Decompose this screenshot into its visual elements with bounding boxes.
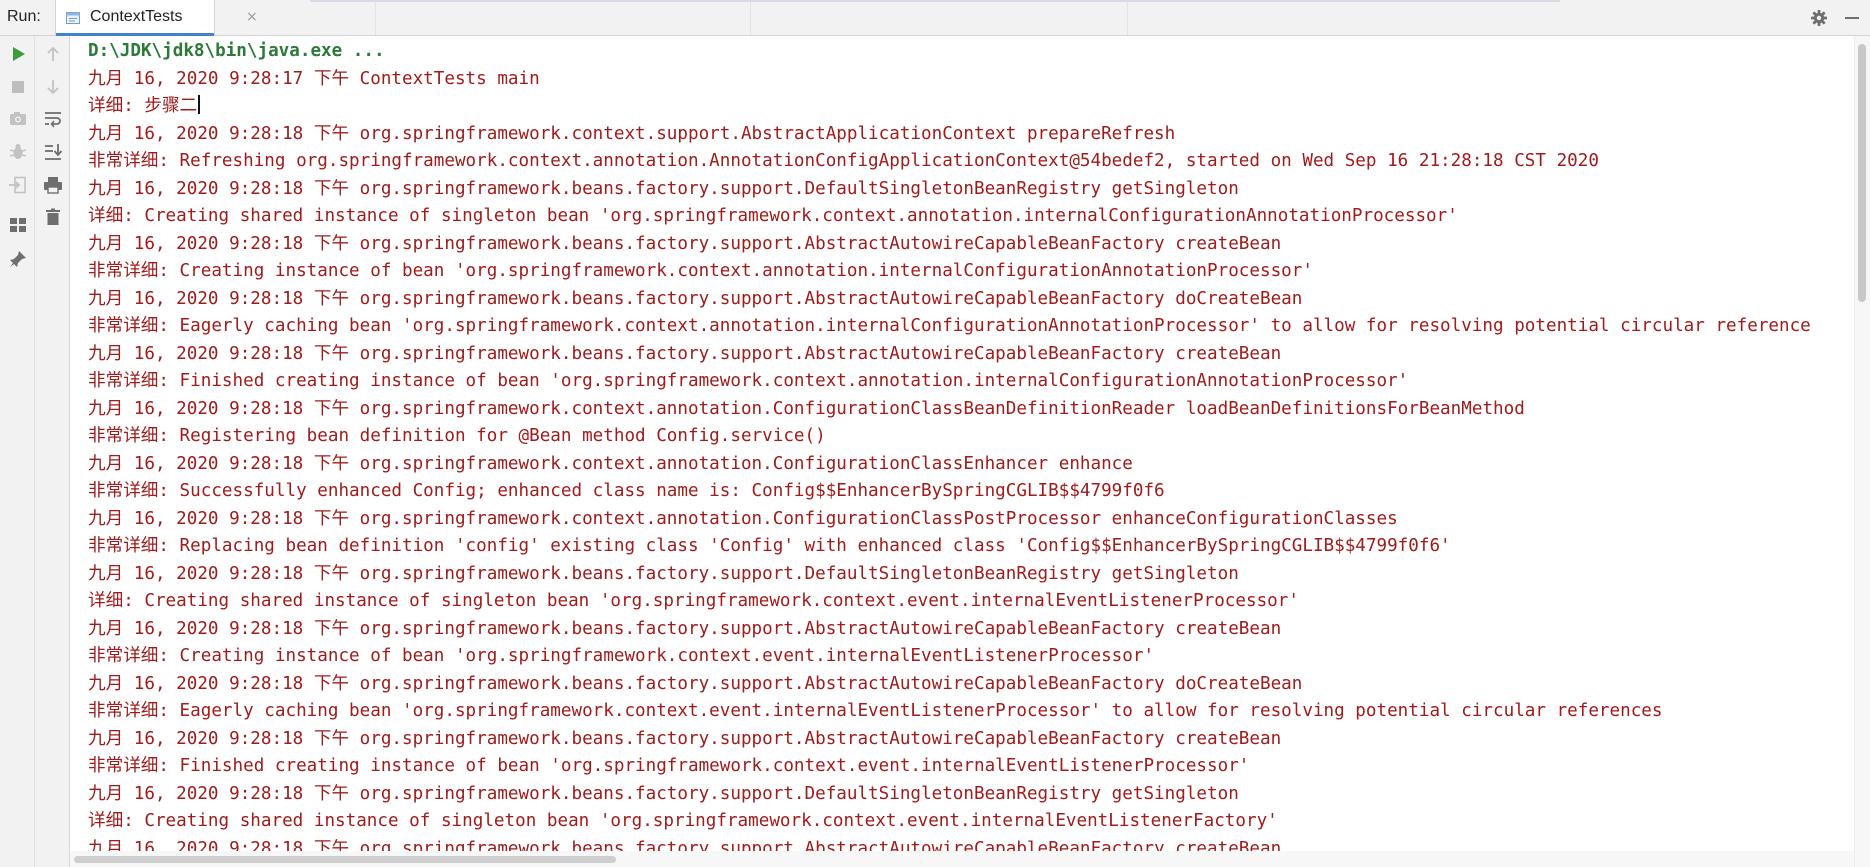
console-log-line: 九月 16, 2020 9:28:18 下午 org.springframewo… <box>88 836 1811 852</box>
console-log-line: 非常详细: Creating instance of bean 'org.spr… <box>88 258 1811 286</box>
console-line-text: 非常详细: Replacing bean definition 'config'… <box>88 536 1451 556</box>
console-log-line: 非常详细: Eagerly caching bean 'org.springfr… <box>88 313 1811 341</box>
console-line-text: 非常详细: Finished creating instance of bean… <box>88 371 1409 391</box>
console-log-line: 非常详细: Eagerly caching bean 'org.springfr… <box>88 698 1811 726</box>
console-log-line: 九月 16, 2020 9:28:18 下午 org.springframewo… <box>88 781 1811 809</box>
console-line-text: 九月 16, 2020 9:28:17 下午 ContextTests main <box>88 68 540 89</box>
console-log-line: 非常详细: Replacing bean definition 'config'… <box>88 533 1811 561</box>
console-line-text: 非常详细: Registering bean definition for @B… <box>88 426 826 446</box>
vertical-scrollbar[interactable] <box>1854 36 1870 867</box>
text-caret <box>198 95 200 114</box>
gear-icon[interactable] <box>1809 8 1829 28</box>
console-log-line: 九月 16, 2020 9:28:18 下午 org.springframewo… <box>88 231 1811 259</box>
console-log-line: 九月 16, 2020 9:28:18 下午 org.springframewo… <box>88 726 1811 754</box>
console-line-text: 九月 16, 2020 9:28:18 下午 org.springframewo… <box>88 233 1282 254</box>
console-log-line: 九月 16, 2020 9:28:18 下午 org.springframewo… <box>88 121 1811 149</box>
run-header-bar: Run: ContextTests × <box>0 0 1870 36</box>
console-log-line: 详细: 步骤二 <box>88 93 1811 121</box>
console-log-line: 详细: Creating shared instance of singleto… <box>88 203 1811 231</box>
console-line-text: 九月 16, 2020 9:28:18 下午 org.springframewo… <box>88 508 1398 529</box>
down-arrow-icon[interactable] <box>42 76 64 98</box>
console-line-text: 非常详细: Refreshing org.springframework.con… <box>88 151 1599 171</box>
console-log-line: 非常详细: Creating instance of bean 'org.spr… <box>88 643 1811 671</box>
trash-icon[interactable] <box>42 206 64 228</box>
console-line-text: 非常详细: Eagerly caching bean 'org.springfr… <box>88 701 1663 721</box>
vertical-scrollbar-thumb[interactable] <box>1858 44 1866 302</box>
console-log-line: 非常详细: Finished creating instance of bean… <box>88 753 1811 781</box>
console-log-line: 九月 16, 2020 9:28:18 下午 org.springframewo… <box>88 506 1811 534</box>
console-line-text: 九月 16, 2020 9:28:18 下午 org.springframewo… <box>88 783 1239 804</box>
console-log-line: 详细: Creating shared instance of singleto… <box>88 588 1811 616</box>
console-log-line: 九月 16, 2020 9:28:18 下午 org.springframewo… <box>88 561 1811 589</box>
horizontal-scrollbar[interactable] <box>70 851 1854 867</box>
rerun-icon[interactable] <box>7 43 29 65</box>
scroll-to-end-icon[interactable] <box>42 141 64 163</box>
tab-contexttests[interactable]: ContextTests × <box>55 0 258 36</box>
console-line-text: 非常详细: Creating instance of bean 'org.spr… <box>88 261 1313 281</box>
console-log-line: 九月 16, 2020 9:28:18 下午 org.springframewo… <box>88 451 1811 479</box>
run-configuration-icon <box>66 10 80 24</box>
console-line-text: 详细: Creating shared instance of singleto… <box>88 206 1458 226</box>
console-command-line: D:\JDK\jdk8\bin\java.exe ... <box>88 38 1811 66</box>
console-line-text: 非常详细: Eagerly caching bean 'org.springfr… <box>88 316 1811 336</box>
console-log-line: 非常详细: Finished creating instance of bean… <box>88 368 1811 396</box>
console-log-line: 九月 16, 2020 9:28:18 下午 org.springframewo… <box>88 341 1811 369</box>
run-toolbar <box>0 36 70 867</box>
console-log-line: 九月 16, 2020 9:28:18 下午 org.springframewo… <box>88 396 1811 424</box>
up-arrow-icon[interactable] <box>42 43 64 65</box>
console-line-text: 九月 16, 2020 9:28:18 下午 org.springframewo… <box>88 618 1282 639</box>
toolbar-separator <box>34 36 35 867</box>
console-line-text: 非常详细: Successfully enhanced Config; enha… <box>88 481 1165 501</box>
console-log-line: 非常详细: Refreshing org.springframework.con… <box>88 148 1811 176</box>
header-accent-line <box>310 0 1560 2</box>
run-label: Run: <box>7 8 41 25</box>
console-log-line: 九月 16, 2020 9:28:18 下午 org.springframewo… <box>88 671 1811 699</box>
console-log-line: 非常详细: Successfully enhanced Config; enha… <box>88 478 1811 506</box>
camera-icon[interactable] <box>7 108 29 130</box>
horizontal-scrollbar-thumb[interactable] <box>74 856 616 863</box>
header-divider <box>1127 2 1128 35</box>
minimize-icon[interactable] <box>1842 8 1862 28</box>
console-line-text: 九月 16, 2020 9:28:18 下午 org.springframewo… <box>88 123 1176 144</box>
close-icon[interactable]: × <box>246 9 258 25</box>
console-line-text: 九月 16, 2020 9:28:18 下午 org.springframewo… <box>88 673 1303 694</box>
layout-icon[interactable] <box>7 214 29 236</box>
bug-icon[interactable] <box>7 141 29 163</box>
console-line-text: 九月 16, 2020 9:28:18 下午 org.springframewo… <box>88 563 1239 584</box>
console-log-line: 九月 16, 2020 9:28:18 下午 org.springframewo… <box>88 616 1811 644</box>
console-line-text: 九月 16, 2020 9:28:18 下午 org.springframewo… <box>88 838 1282 852</box>
console-log-line: 九月 16, 2020 9:28:17 下午 ContextTests main <box>88 66 1811 94</box>
console-log-line: 九月 16, 2020 9:28:18 下午 org.springframewo… <box>88 176 1811 204</box>
console-line-text: 九月 16, 2020 9:28:18 下午 org.springframewo… <box>88 728 1282 749</box>
header-divider <box>750 2 751 35</box>
header-divider <box>375 2 376 35</box>
console-line-text: 非常详细: Creating instance of bean 'org.spr… <box>88 646 1155 666</box>
console-lines: D:\JDK\jdk8\bin\java.exe ... 九月 16, 2020 … <box>88 38 1811 851</box>
run-tool-window: Run: ContextTests × D:\JDK\jdk8\bin\java… <box>0 0 1870 867</box>
soft-wrap-icon[interactable] <box>42 108 64 130</box>
print-icon[interactable] <box>42 174 64 196</box>
pin-icon[interactable] <box>7 248 29 270</box>
exit-icon[interactable] <box>7 174 29 196</box>
console-line-text: 详细: Creating shared instance of singleto… <box>88 811 1278 831</box>
console-log-line: 详细: Creating shared instance of singleto… <box>88 808 1811 836</box>
console-line-text: 九月 16, 2020 9:28:18 下午 org.springframewo… <box>88 288 1303 309</box>
stop-icon[interactable] <box>7 76 29 98</box>
console-output[interactable]: D:\JDK\jdk8\bin\java.exe ... 九月 16, 2020 … <box>70 36 1854 851</box>
console-line-text: 详细: 步骤二 <box>88 96 198 116</box>
tab-title: ContextTests <box>90 8 183 25</box>
console-line-text: 九月 16, 2020 9:28:18 下午 org.springframewo… <box>88 178 1239 199</box>
console-line-text: 九月 16, 2020 9:28:18 下午 org.springframewo… <box>88 453 1133 474</box>
console-log-line: 九月 16, 2020 9:28:18 下午 org.springframewo… <box>88 286 1811 314</box>
console-line-text: 详细: Creating shared instance of singleto… <box>88 591 1299 611</box>
console-line-text: 九月 16, 2020 9:28:18 下午 org.springframewo… <box>88 343 1282 364</box>
console-line-text: D:\JDK\jdk8\bin\java.exe ... <box>88 41 385 61</box>
console-line-text: 九月 16, 2020 9:28:18 下午 org.springframewo… <box>88 398 1525 419</box>
console-line-text: 非常详细: Finished creating instance of bean… <box>88 756 1250 776</box>
console-log-line: 非常详细: Registering bean definition for @B… <box>88 423 1811 451</box>
